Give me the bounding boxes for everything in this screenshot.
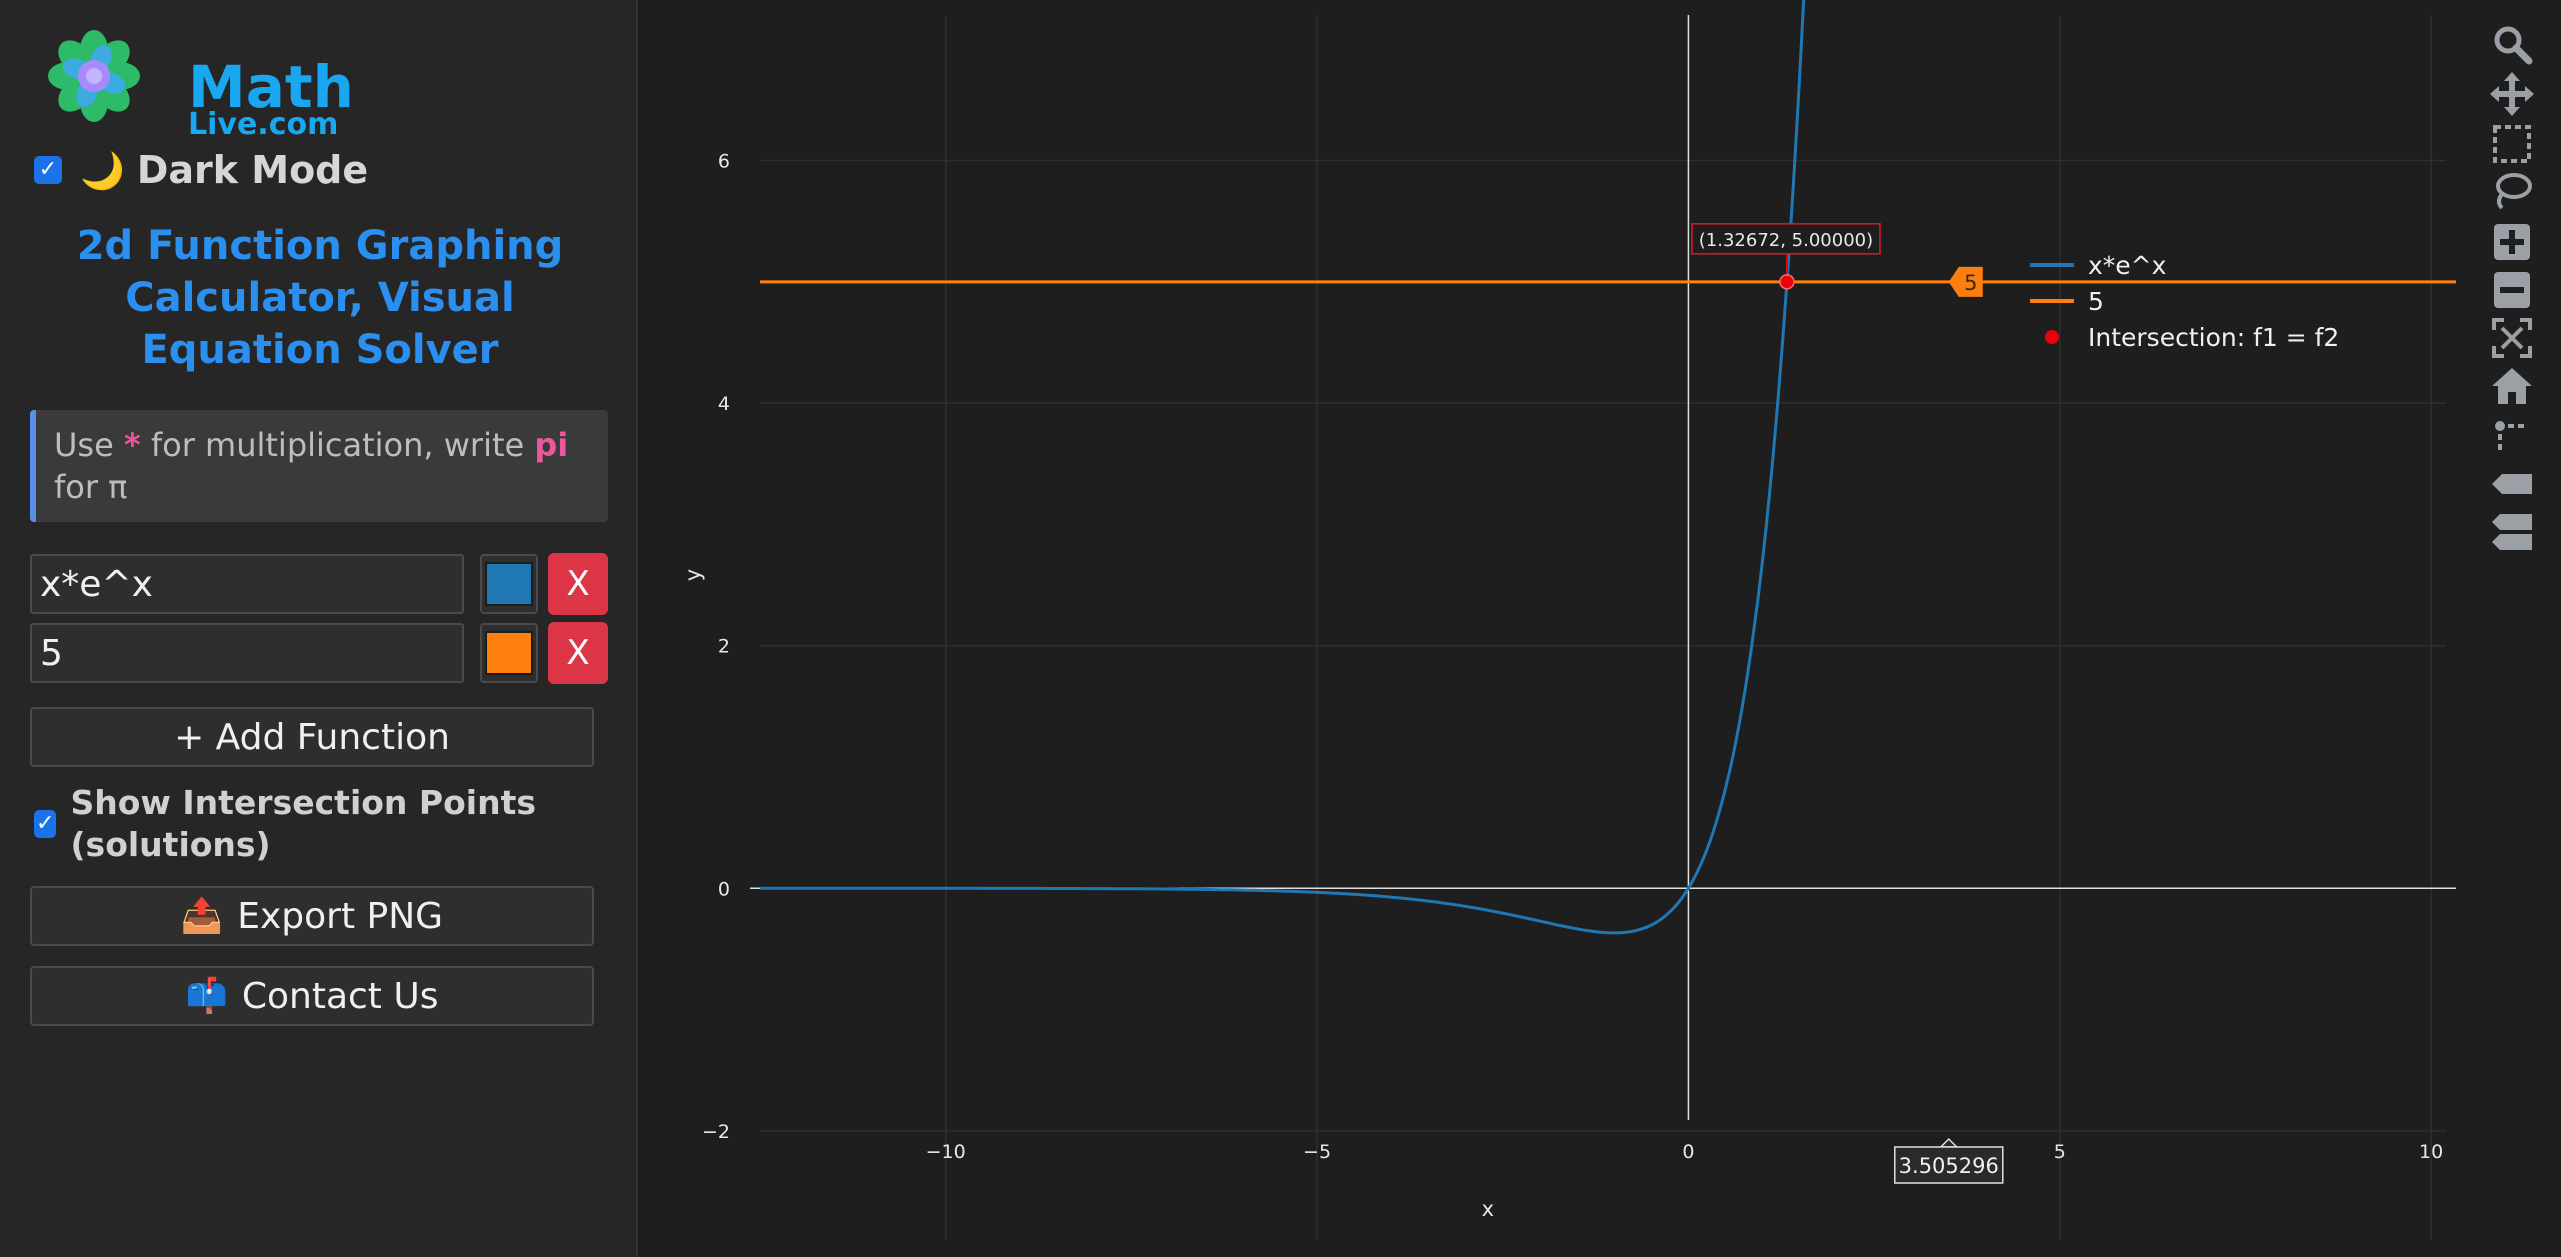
zoom-out-icon[interactable] (2484, 268, 2540, 312)
x-tick-label: 10 (2419, 1141, 2443, 1163)
autoscale-icon[interactable] (2484, 316, 2540, 360)
show-intersections-toggle[interactable]: ✓ Show Intersection Points (solutions) (34, 782, 614, 866)
hover-closest-icon[interactable] (2484, 462, 2540, 506)
function-row-1: x*e^x X (30, 553, 608, 615)
show-intersections-checkbox[interactable]: ✓ (34, 810, 57, 838)
box-select-icon[interactable] (2484, 122, 2540, 166)
contact-us-label: Contact Us (241, 975, 439, 1017)
zoom-icon[interactable] (2484, 22, 2540, 66)
x-tick-label: −5 (1303, 1141, 1331, 1163)
mailbox-icon: 📫 (185, 976, 228, 1016)
show-intersections-label: Show Intersection Points (solutions) (70, 783, 536, 864)
curves (760, 0, 2456, 935)
reset-axes-icon[interactable] (2484, 364, 2540, 408)
axes (750, 15, 2456, 1120)
y-tick-label: 2 (718, 636, 730, 658)
page-title: 2d Function Graphing Calculator, Visual … (76, 223, 564, 373)
flower-logo-icon (48, 30, 140, 122)
intersection-label: (1.32672, 5.00000) (1699, 230, 1873, 251)
y-tick-label: 0 (718, 878, 730, 900)
hint-box: Use * for multiplication, write pi for π (30, 410, 608, 522)
sidebar: Math Live.com ✓ 🌙 Dark Mode 2d Function G… (0, 0, 638, 1257)
hover-x-pointer (1938, 1137, 1959, 1148)
hover-compare-icon[interactable] (2484, 510, 2540, 554)
color-swatch (485, 562, 533, 606)
legend-entry: Intersection: f1 = f2 (2088, 323, 2339, 352)
dark-mode-toggle[interactable]: ✓ 🌙 Dark Mode (34, 148, 368, 192)
legend-entry: 5 (2088, 287, 2104, 316)
contact-us-button[interactable]: 📫 Contact Us (30, 966, 594, 1026)
x-axis-title: x (1482, 1197, 1494, 1221)
overlays: (1.32672, 5.00000) 5 3.505296 x*e^x 5 Interse… (1691, 223, 2339, 1184)
tick-labels: −10 −5 0 5 10 −2 0 2 4 6 (702, 151, 2443, 1163)
series-line-x-e-x (760, 0, 1806, 935)
pan-icon[interactable] (2484, 72, 2540, 116)
function-plot[interactable]: −10 −5 0 5 10 −2 0 2 4 6 (1.32672, 5.00000) 5 3.505… (640, 0, 2561, 1257)
graph-area[interactable]: −10 −5 0 5 10 −2 0 2 4 6 (1.32672, 5.00000) 5 3.505… (640, 0, 2561, 1257)
hover-y-label: 5 (1964, 271, 1977, 295)
dark-mode-checkbox[interactable]: ✓ (34, 156, 62, 184)
hint-star: * (123, 426, 141, 464)
color-swatch (485, 631, 533, 675)
function-row-2: 5 X (30, 622, 608, 684)
legend-swatch (2045, 330, 2059, 344)
y-tick-label: 6 (718, 151, 730, 173)
y-tick-label: 4 (718, 393, 730, 415)
brand-logo[interactable]: Math Live.com (46, 28, 354, 140)
y-axis-title: y (681, 569, 705, 581)
hint-text: for π (54, 468, 128, 506)
lasso-select-icon[interactable] (2484, 170, 2540, 214)
dark-mode-label: Dark Mode (136, 148, 369, 192)
remove-function-button-1[interactable]: X (548, 553, 608, 615)
export-png-button[interactable]: 📤 Export PNG (30, 886, 594, 946)
remove-function-button-2[interactable]: X (548, 622, 608, 684)
legend-entry: x*e^x (2088, 251, 2166, 280)
hint-text: Use (54, 426, 124, 464)
zoom-in-icon[interactable] (2484, 220, 2540, 264)
hint-pi: pi (534, 426, 569, 464)
hover-x-label: 3.505296 (1899, 1154, 1999, 1178)
function-color-picker-1[interactable] (480, 554, 538, 614)
x-tick-label: 0 (1682, 1141, 1694, 1163)
outbox-tray-icon: 📤 (180, 896, 224, 936)
function-input-1[interactable]: x*e^x (30, 554, 464, 614)
moon-icon: 🌙 (80, 151, 125, 192)
add-function-button[interactable]: + Add Function (30, 707, 594, 767)
chart-legend[interactable]: x*e^x 5 Intersection: f1 = f2 (2030, 251, 2339, 352)
spike-lines-icon[interactable] (2484, 414, 2540, 458)
export-png-label: Export PNG (237, 895, 444, 937)
intersection-point (1779, 274, 1795, 290)
function-color-picker-2[interactable] (480, 623, 538, 683)
function-input-2[interactable]: 5 (30, 623, 464, 683)
x-tick-label: −10 (926, 1141, 966, 1163)
y-tick-label: −2 (702, 1121, 730, 1143)
hint-text: for multiplication, write (140, 426, 535, 464)
grid-lines (760, 15, 2446, 1240)
brand-domain: Live.com (188, 107, 339, 142)
x-tick-label: 5 (2054, 1141, 2066, 1163)
